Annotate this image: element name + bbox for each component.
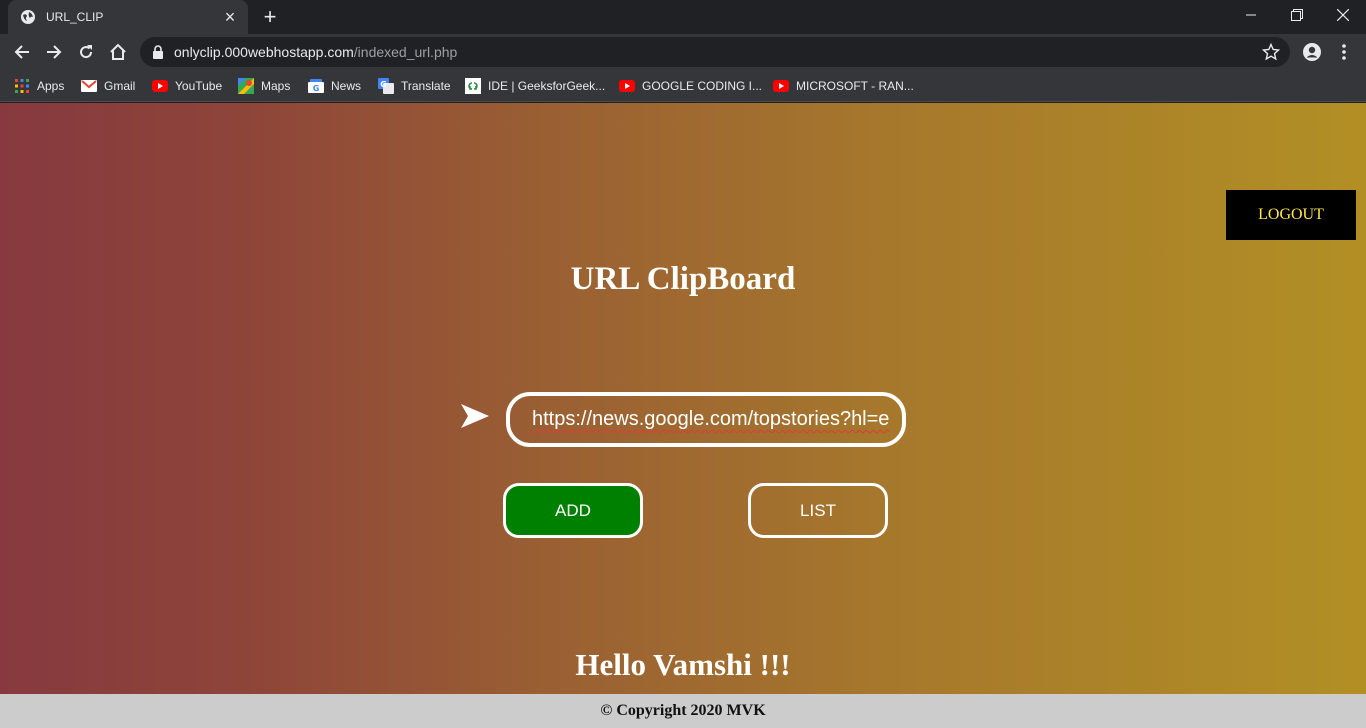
gmail-icon (81, 78, 97, 94)
bookmark-label: Maps (261, 79, 291, 93)
bookmark-label: GOOGLE CODING I... (642, 79, 763, 93)
tab-title: URL_CLIP (46, 10, 104, 24)
bookmark-label: Apps (37, 79, 65, 93)
forward-icon[interactable] (40, 38, 68, 66)
bookmark-label: News (331, 79, 362, 93)
bookmark-geeksforgeeks[interactable]: IDE | GeeksforGeek... (465, 76, 605, 96)
lock-icon (152, 45, 164, 59)
youtube-icon (773, 78, 789, 94)
bookmark-gmail[interactable]: Gmail (81, 76, 135, 96)
browser-toolbar: onlyclip.000webhostapp.com/indexed_url.p… (0, 34, 1366, 70)
page-title: URL ClipBoard (570, 261, 796, 297)
globe-icon (20, 9, 36, 25)
list-button[interactable]: LIST (748, 483, 888, 538)
bookmark-label: Gmail (104, 79, 136, 93)
home-icon[interactable] (104, 38, 132, 66)
youtube-icon (619, 78, 635, 94)
url-host: onlyclip.000webhostapp.com (174, 44, 354, 60)
minimize-icon[interactable] (1228, 0, 1274, 30)
bookmark-star-icon[interactable] (1261, 42, 1281, 61)
svg-text:G: G (313, 84, 320, 93)
page-content: LOGOUT URL ClipBoard https://news.google… (0, 103, 1366, 694)
browser-tab[interactable]: URL_CLIP × (8, 0, 248, 34)
greeting-text: Hello Vamshi !!! (575, 647, 791, 682)
bookmark-microsoft[interactable]: MICROSOFT - RAN... (773, 76, 914, 96)
bookmark-label: IDE | GeeksforGeek... (488, 79, 606, 93)
bookmark-apps[interactable]: Apps (14, 76, 64, 96)
restore-icon[interactable] (1274, 0, 1320, 30)
window-close-icon[interactable] (1320, 0, 1366, 30)
bookmark-label: YouTube (175, 79, 223, 93)
svg-text:G: G (380, 80, 387, 89)
add-button[interactable]: ADD (503, 483, 643, 538)
address-bar[interactable]: onlyclip.000webhostapp.com/indexed_url.p… (140, 37, 1290, 67)
arrow-icon (461, 404, 489, 428)
url-input-value: https://news.google.com/topstories?hl=e (532, 408, 890, 430)
new-tab-button[interactable]: + (258, 6, 282, 28)
bookmark-translate[interactable]: G Translate (378, 76, 451, 96)
url-path: /indexed_url.php (353, 44, 458, 60)
reload-icon[interactable] (72, 38, 100, 66)
youtube-icon (152, 78, 168, 94)
apps-grid-icon (14, 78, 30, 94)
copyright-footer: © Copyright 2020 MVK (0, 694, 1366, 728)
logout-button[interactable]: LOGOUT (1226, 190, 1356, 240)
news-icon: G (308, 78, 324, 94)
bookmark-label: Translate (401, 79, 451, 93)
bookmarks-bar: Apps Gmail YouTube Maps G News G Transla… (0, 70, 1366, 102)
url-input[interactable]: https://news.google.com/topstories?hl=e (506, 392, 906, 447)
maps-icon (238, 78, 254, 94)
bookmark-google-coding[interactable]: GOOGLE CODING I... (619, 76, 762, 96)
translate-icon: G (378, 78, 394, 94)
profile-icon[interactable] (1298, 38, 1326, 66)
menu-kebab-icon[interactable] (1330, 38, 1358, 66)
back-icon[interactable] (8, 38, 36, 66)
tab-close-icon[interactable]: × (222, 8, 238, 26)
bookmark-youtube[interactable]: YouTube (152, 76, 222, 96)
bookmark-label: MICROSOFT - RAN... (796, 79, 914, 93)
geeksforgeeks-icon (465, 78, 481, 94)
bookmark-maps[interactable]: Maps (238, 76, 290, 96)
tab-strip: URL_CLIP × + (0, 0, 1366, 34)
bookmark-news[interactable]: G News (308, 76, 361, 96)
